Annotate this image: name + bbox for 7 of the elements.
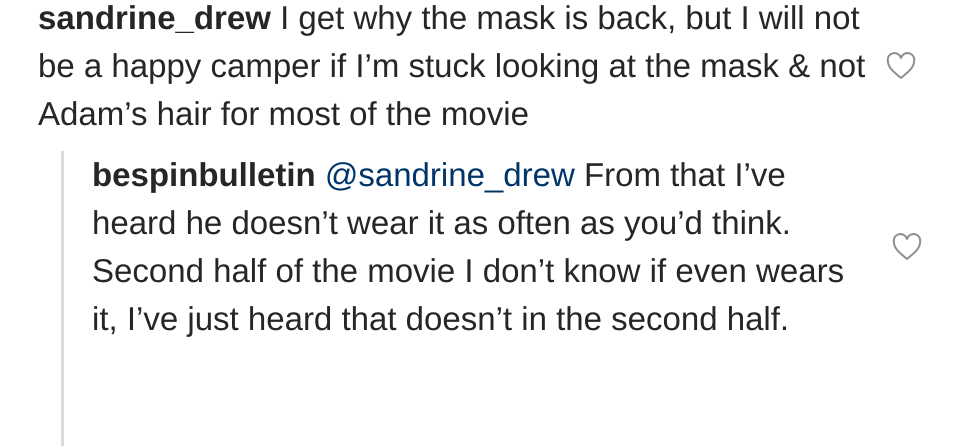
mention-link[interactable]: @sandrine_drew — [324, 156, 575, 193]
username-link[interactable]: sandrine_drew — [38, 0, 271, 36]
username-link[interactable]: bespinbulletin — [92, 156, 316, 193]
heart-icon[interactable] — [886, 52, 916, 80]
reply-text: bespinbulletin @sandrine_drew From that I’ve heard he doesn’t wear it as often as you’d think. Second half of the movie I don’t know if even wears it, I’ve just heard that doesn’t in the second half. — [92, 155, 846, 339]
comment-text: sandrine_drew I get why the mask is back, but I will not be a happy camper if I’m stuck looking at the mask & not Adam’s hair for most of the movie — [38, 0, 866, 134]
heart-icon[interactable] — [892, 233, 922, 261]
